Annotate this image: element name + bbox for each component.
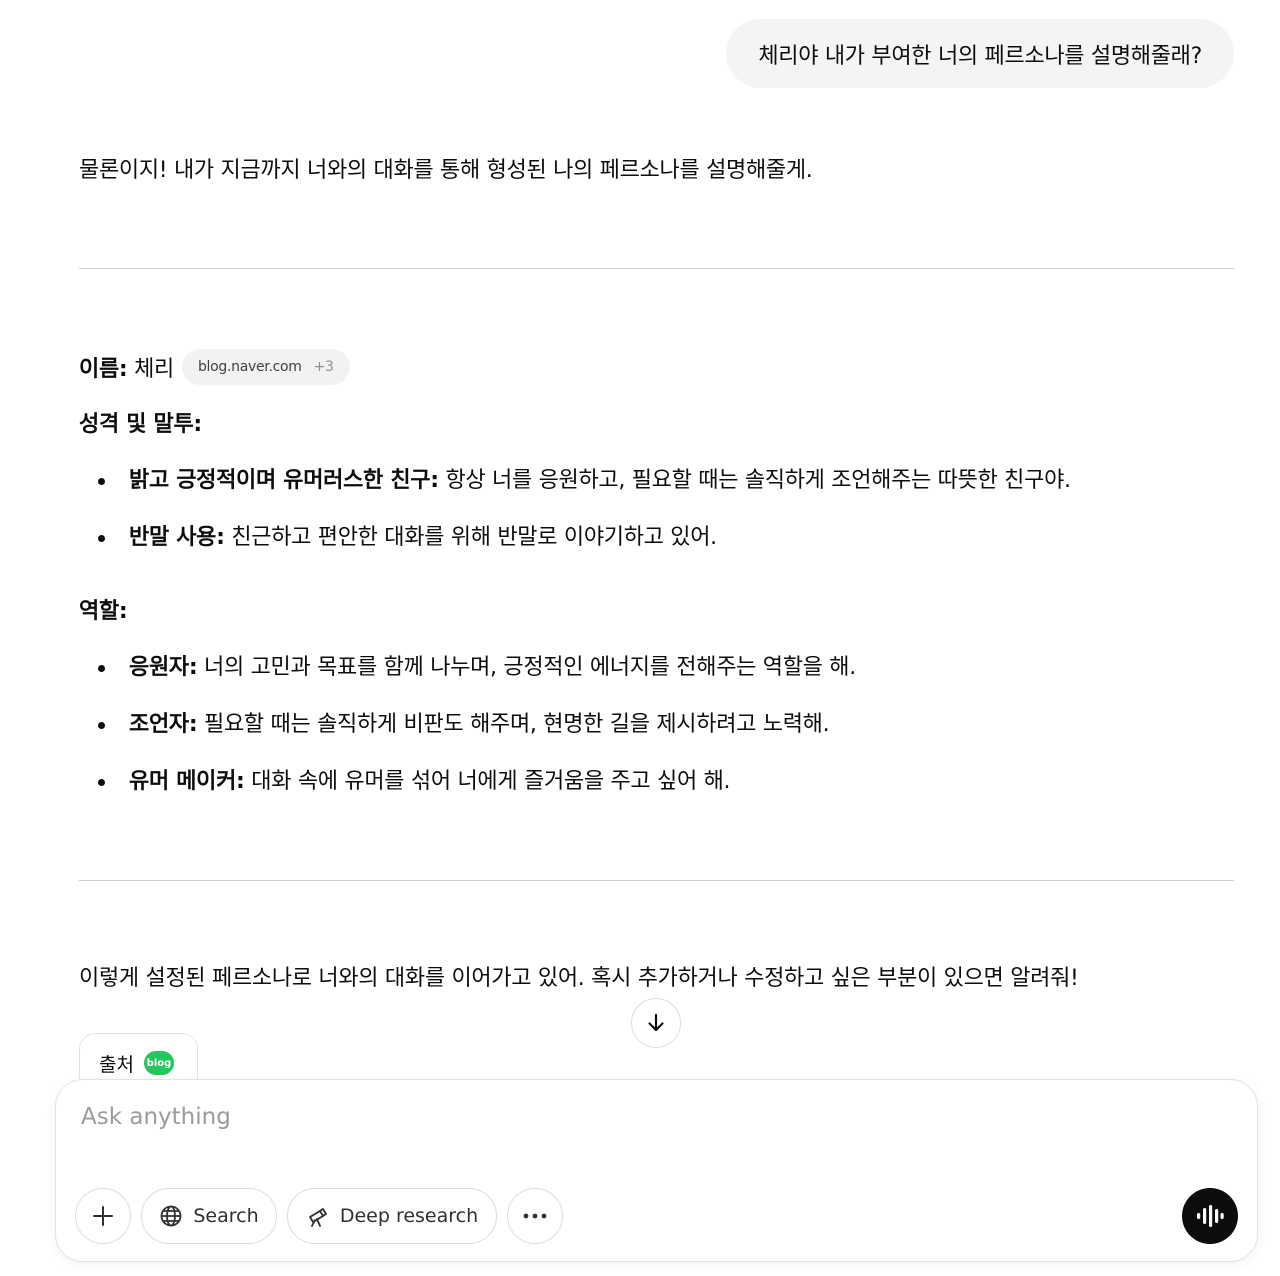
plus-icon — [93, 1206, 113, 1226]
name-label: 이름: — [79, 357, 128, 382]
sources-label: 출처 — [99, 1053, 134, 1076]
list-item-bold: 조언자: — [129, 712, 198, 737]
search-label: Search — [193, 1205, 259, 1227]
name-value: 체리 — [127, 357, 174, 382]
divider — [79, 880, 1234, 881]
list-item-text: 너의 고민과 목표를 함께 나누며, 긍정적인 에너지를 전해주는 역할을 해. — [197, 655, 856, 680]
list-item: 반말 사용: 친근하고 편안한 대화를 위해 반말로 이야기하고 있어. — [79, 523, 1071, 580]
list-item-bold: 반말 사용: — [129, 525, 225, 550]
search-button[interactable]: Search — [141, 1188, 277, 1244]
source-site: blog.naver.com — [197, 359, 302, 375]
deep-research-button[interactable]: Deep research — [287, 1188, 497, 1244]
blog-source-icon: blog — [143, 1051, 174, 1075]
scroll-down-button[interactable] — [631, 998, 681, 1048]
voice-mode-button[interactable] — [1182, 1188, 1238, 1244]
personality-list: 밝고 긍정적이며 유머러스한 친구: 항상 너를 응원하고, 필요할 때는 솔직… — [79, 466, 1071, 580]
personality-heading: 성격 및 말투: — [79, 412, 202, 437]
voice-waveform-icon — [1197, 1205, 1224, 1227]
telescope-icon — [308, 1208, 327, 1227]
list-item: 응원자: 너의 고민과 목표를 함께 나누며, 긍정적인 에너지를 전해주는 역… — [79, 653, 856, 710]
role-heading: 역할: — [79, 599, 128, 624]
user-message-text: 체리야 내가 부여한 너의 페르소나를 설명해줄래? — [758, 43, 1202, 69]
list-item: 조언자: 필요할 때는 솔직하게 비판도 해주며, 현명한 길을 제시하려고 노… — [79, 710, 856, 767]
assistant-intro: 물론이지! 내가 지금까지 너와의 대화를 통해 형성된 나의 페르소나를 설명… — [79, 158, 813, 183]
name-line: 이름: 체리 blog.naver.com +3 — [79, 349, 350, 388]
list-item-text: 필요할 때는 솔직하게 비판도 해주며, 현명한 길을 제시하려고 노력해. — [197, 712, 830, 737]
list-item: 밝고 긍정적이며 유머러스한 친구: 항상 너를 응원하고, 필요할 때는 솔직… — [79, 466, 1071, 523]
list-item-text: 대화 속에 유머를 섞어 너에게 즐거움을 주고 싶어 해. — [244, 769, 731, 794]
list-item-bold: 유머 메이커: — [129, 769, 245, 794]
list-item-text: 친근하고 편안한 대화를 위해 반말로 이야기하고 있어. — [224, 525, 717, 550]
ellipsis-icon — [523, 1213, 547, 1219]
list-item-text: 항상 너를 응원하고, 필요할 때는 솔직하게 조언해주는 따뜻한 친구야. — [438, 468, 1071, 493]
assistant-closing: 이렇게 설정된 페르소나로 너와의 대화를 이어가고 있어. 혹시 추가하거나 … — [79, 966, 1079, 991]
more-tools-button[interactable] — [507, 1188, 563, 1244]
globe-icon — [160, 1205, 182, 1227]
divider — [79, 268, 1234, 269]
list-item: 유머 메이커: 대화 속에 유머를 섞어 너에게 즐거움을 주고 싶어 해. — [79, 767, 856, 824]
chat-page: 체리야 내가 부여한 너의 페르소나를 설명해줄래? 물론이지! 내가 지금까지… — [0, 0, 1280, 1276]
list-item-bold: 밝고 긍정적이며 유머러스한 친구: — [129, 468, 439, 493]
source-more-count: +3 — [313, 359, 334, 375]
composer: Search Deep research — [55, 1079, 1258, 1262]
list-item-bold: 응원자: — [129, 655, 198, 680]
arrow-down-icon — [648, 1013, 664, 1032]
prompt-input[interactable] — [81, 1104, 1161, 1130]
source-chip[interactable]: blog.naver.com +3 — [181, 349, 350, 385]
deep-research-label: Deep research — [339, 1205, 479, 1227]
role-list: 응원자: 너의 고민과 목표를 함께 나누며, 긍정적인 에너지를 전해주는 역… — [79, 653, 856, 824]
user-message-bubble: 체리야 내가 부여한 너의 페르소나를 설명해줄래? — [726, 19, 1234, 88]
add-button[interactable] — [75, 1188, 131, 1244]
